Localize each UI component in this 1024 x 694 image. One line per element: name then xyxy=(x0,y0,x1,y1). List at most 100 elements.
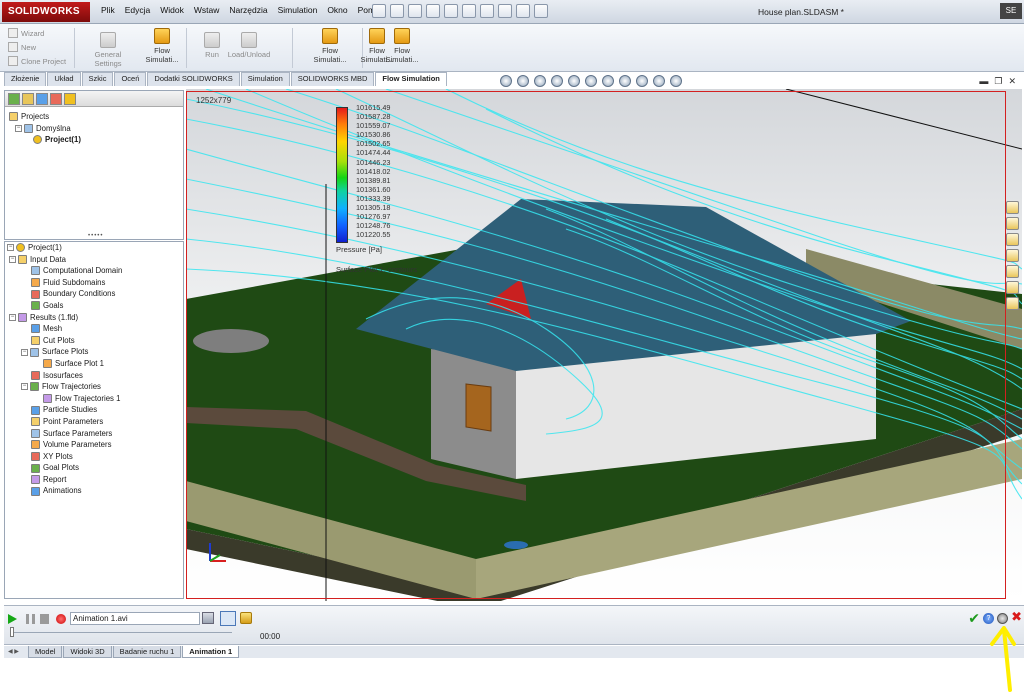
menu-edycja[interactable]: Edycja xyxy=(120,5,156,15)
play-icon[interactable] xyxy=(8,614,17,624)
tree-item[interactable]: − Results (1.fld) xyxy=(7,312,183,324)
tab-solidworks-mbd[interactable]: SOLIDWORKS MBD xyxy=(290,72,375,86)
restore-icon[interactable]: ❐ xyxy=(994,76,1002,87)
view-palette-icon[interactable] xyxy=(1006,249,1019,262)
design-library-icon[interactable] xyxy=(1006,217,1019,230)
tree-item[interactable]: Report xyxy=(7,474,183,486)
tree-item[interactable]: Boundary Conditions xyxy=(7,288,183,300)
add-keyframe-icon[interactable] xyxy=(240,612,252,624)
load-unload-button[interactable]: Load/Unload xyxy=(226,32,272,59)
animation-file-field[interactable]: Animation 1.avi xyxy=(70,612,200,625)
help-icon[interactable]: ? xyxy=(983,613,994,624)
new-doc-icon[interactable] xyxy=(390,4,404,18)
custom-properties-icon[interactable] xyxy=(1006,281,1019,294)
tree-item[interactable]: − Input Data xyxy=(7,254,183,266)
tree-item[interactable]: Goal Plots xyxy=(7,462,183,474)
home-icon[interactable] xyxy=(1006,201,1019,214)
tree-item[interactable]: Mesh xyxy=(7,323,183,335)
tree-item[interactable]: Volume Parameters xyxy=(7,439,183,451)
close-icon[interactable]: ✕ xyxy=(1008,76,1016,87)
new-button[interactable]: New xyxy=(8,42,36,52)
general-settings-button[interactable]: General Settings xyxy=(88,32,128,68)
previous-view-icon[interactable] xyxy=(534,75,546,87)
animation-timeline-slider[interactable] xyxy=(12,632,232,633)
solidworks-logo[interactable]: SOLIDWORKS xyxy=(2,2,90,22)
stop-icon[interactable] xyxy=(40,614,49,624)
clone-project-button[interactable]: Clone Project xyxy=(8,56,66,66)
print-icon[interactable] xyxy=(444,4,458,18)
save-animation-icon[interactable] xyxy=(202,612,214,624)
tree-item-projects[interactable]: Projects xyxy=(9,111,183,123)
tree-item-project[interactable]: Project(1) xyxy=(9,134,183,146)
section-view-icon[interactable] xyxy=(551,75,563,87)
rebuild-icon[interactable] xyxy=(498,4,512,18)
save-icon[interactable] xyxy=(426,4,440,18)
tab-nav-arrows-icon[interactable]: ◀ ▶ xyxy=(8,646,28,658)
flow-simulation-button-4[interactable]: Flow Simulati... xyxy=(382,28,422,64)
tab-badanie-ruchu[interactable]: Badanie ruchu 1 xyxy=(112,646,182,658)
options-icon[interactable] xyxy=(534,4,548,18)
hide-show-icon[interactable] xyxy=(619,75,631,87)
file-properties-icon[interactable] xyxy=(516,4,530,18)
menu-okno[interactable]: Okno xyxy=(322,5,352,15)
menu-narzedzia[interactable]: Narzędzia xyxy=(224,5,272,15)
edit-appearance-icon[interactable] xyxy=(636,75,648,87)
tab-szkic[interactable]: Szkic xyxy=(81,72,114,86)
minimize-icon[interactable]: ▬ xyxy=(979,76,988,87)
record-icon[interactable] xyxy=(56,614,66,624)
file-explorer-icon[interactable] xyxy=(1006,233,1019,246)
menu-wstaw[interactable]: Wstaw xyxy=(189,5,225,15)
flow-simulation-tab-icon[interactable] xyxy=(64,93,76,105)
collapse-icon[interactable]: − xyxy=(7,244,14,252)
select-icon[interactable] xyxy=(480,4,494,18)
tree-item[interactable]: XY Plots xyxy=(7,451,183,463)
property-manager-tab-icon[interactable] xyxy=(22,93,34,105)
tree-item-project-root[interactable]: − Project(1) xyxy=(7,242,183,254)
tree-item[interactable]: Particle Studies xyxy=(7,404,183,416)
flow-simulation-button-1[interactable]: Flow Simulati... xyxy=(142,28,182,64)
tab-uklad[interactable]: Układ xyxy=(47,72,81,86)
tab-model[interactable]: Model xyxy=(28,646,63,658)
pin-icon[interactable] xyxy=(372,4,386,18)
tree-item[interactable]: Point Parameters xyxy=(7,416,183,428)
view-settings-icon[interactable] xyxy=(670,75,682,87)
apply-scene-icon[interactable] xyxy=(653,75,665,87)
wizard-button[interactable]: Wizard xyxy=(8,28,44,38)
collapse-icon[interactable]: − xyxy=(15,124,22,132)
tab-widoki-3d[interactable]: Widoki 3D xyxy=(63,646,112,658)
tab-flow-simulation[interactable]: Flow Simulation xyxy=(375,72,447,86)
view-orientation-icon[interactable] xyxy=(585,75,597,87)
tree-item[interactable]: Computational Domain xyxy=(7,265,183,277)
tab-ocen[interactable]: Oceń xyxy=(114,72,147,86)
tree-item-config[interactable]: − Domyślna xyxy=(9,123,183,135)
tree-item[interactable]: − Surface Plots xyxy=(7,346,183,358)
tree-item[interactable]: Animations xyxy=(7,485,183,497)
appearances-icon[interactable] xyxy=(1006,265,1019,278)
close-animation-icon[interactable]: ✖ xyxy=(1011,610,1022,624)
tree-item[interactable]: Isosurfaces xyxy=(7,370,183,382)
zoom-to-area-icon[interactable] xyxy=(517,75,529,87)
display-manager-tab-icon[interactable] xyxy=(50,93,62,105)
collapse-icon[interactable]: − xyxy=(21,348,28,356)
collapse-icon[interactable]: − xyxy=(21,383,28,391)
menu-plik[interactable]: Plik xyxy=(96,5,120,15)
graphics-viewport[interactable]: 1252x779 101615.49 101587.28 101559.07 1015… xyxy=(186,89,1022,601)
tree-item[interactable]: Surface Parameters xyxy=(7,428,183,440)
timeline-grid-icon[interactable] xyxy=(220,611,236,626)
ok-icon[interactable]: ✔ xyxy=(968,611,980,625)
open-icon[interactable] xyxy=(408,4,422,18)
menu-simulation[interactable]: Simulation xyxy=(273,5,323,15)
tree-item[interactable]: Surface Plot 1 xyxy=(7,358,183,370)
tree-item[interactable]: − Flow Trajectories xyxy=(7,381,183,393)
collapse-icon[interactable]: − xyxy=(9,313,16,321)
display-style-icon[interactable] xyxy=(602,75,614,87)
configuration-manager-tab-icon[interactable] xyxy=(36,93,48,105)
menu-widok[interactable]: Widok xyxy=(155,5,189,15)
zoom-to-fit-icon[interactable] xyxy=(500,75,512,87)
undo-icon[interactable] xyxy=(462,4,476,18)
tree-item[interactable]: Fluid Subdomains xyxy=(7,277,183,289)
tree-item[interactable]: Goals xyxy=(7,300,183,312)
tree-item[interactable]: Flow Trajectories 1 xyxy=(7,393,183,405)
timeline-thumb[interactable] xyxy=(10,627,14,637)
tab-simulation[interactable]: Simulation xyxy=(240,72,290,86)
